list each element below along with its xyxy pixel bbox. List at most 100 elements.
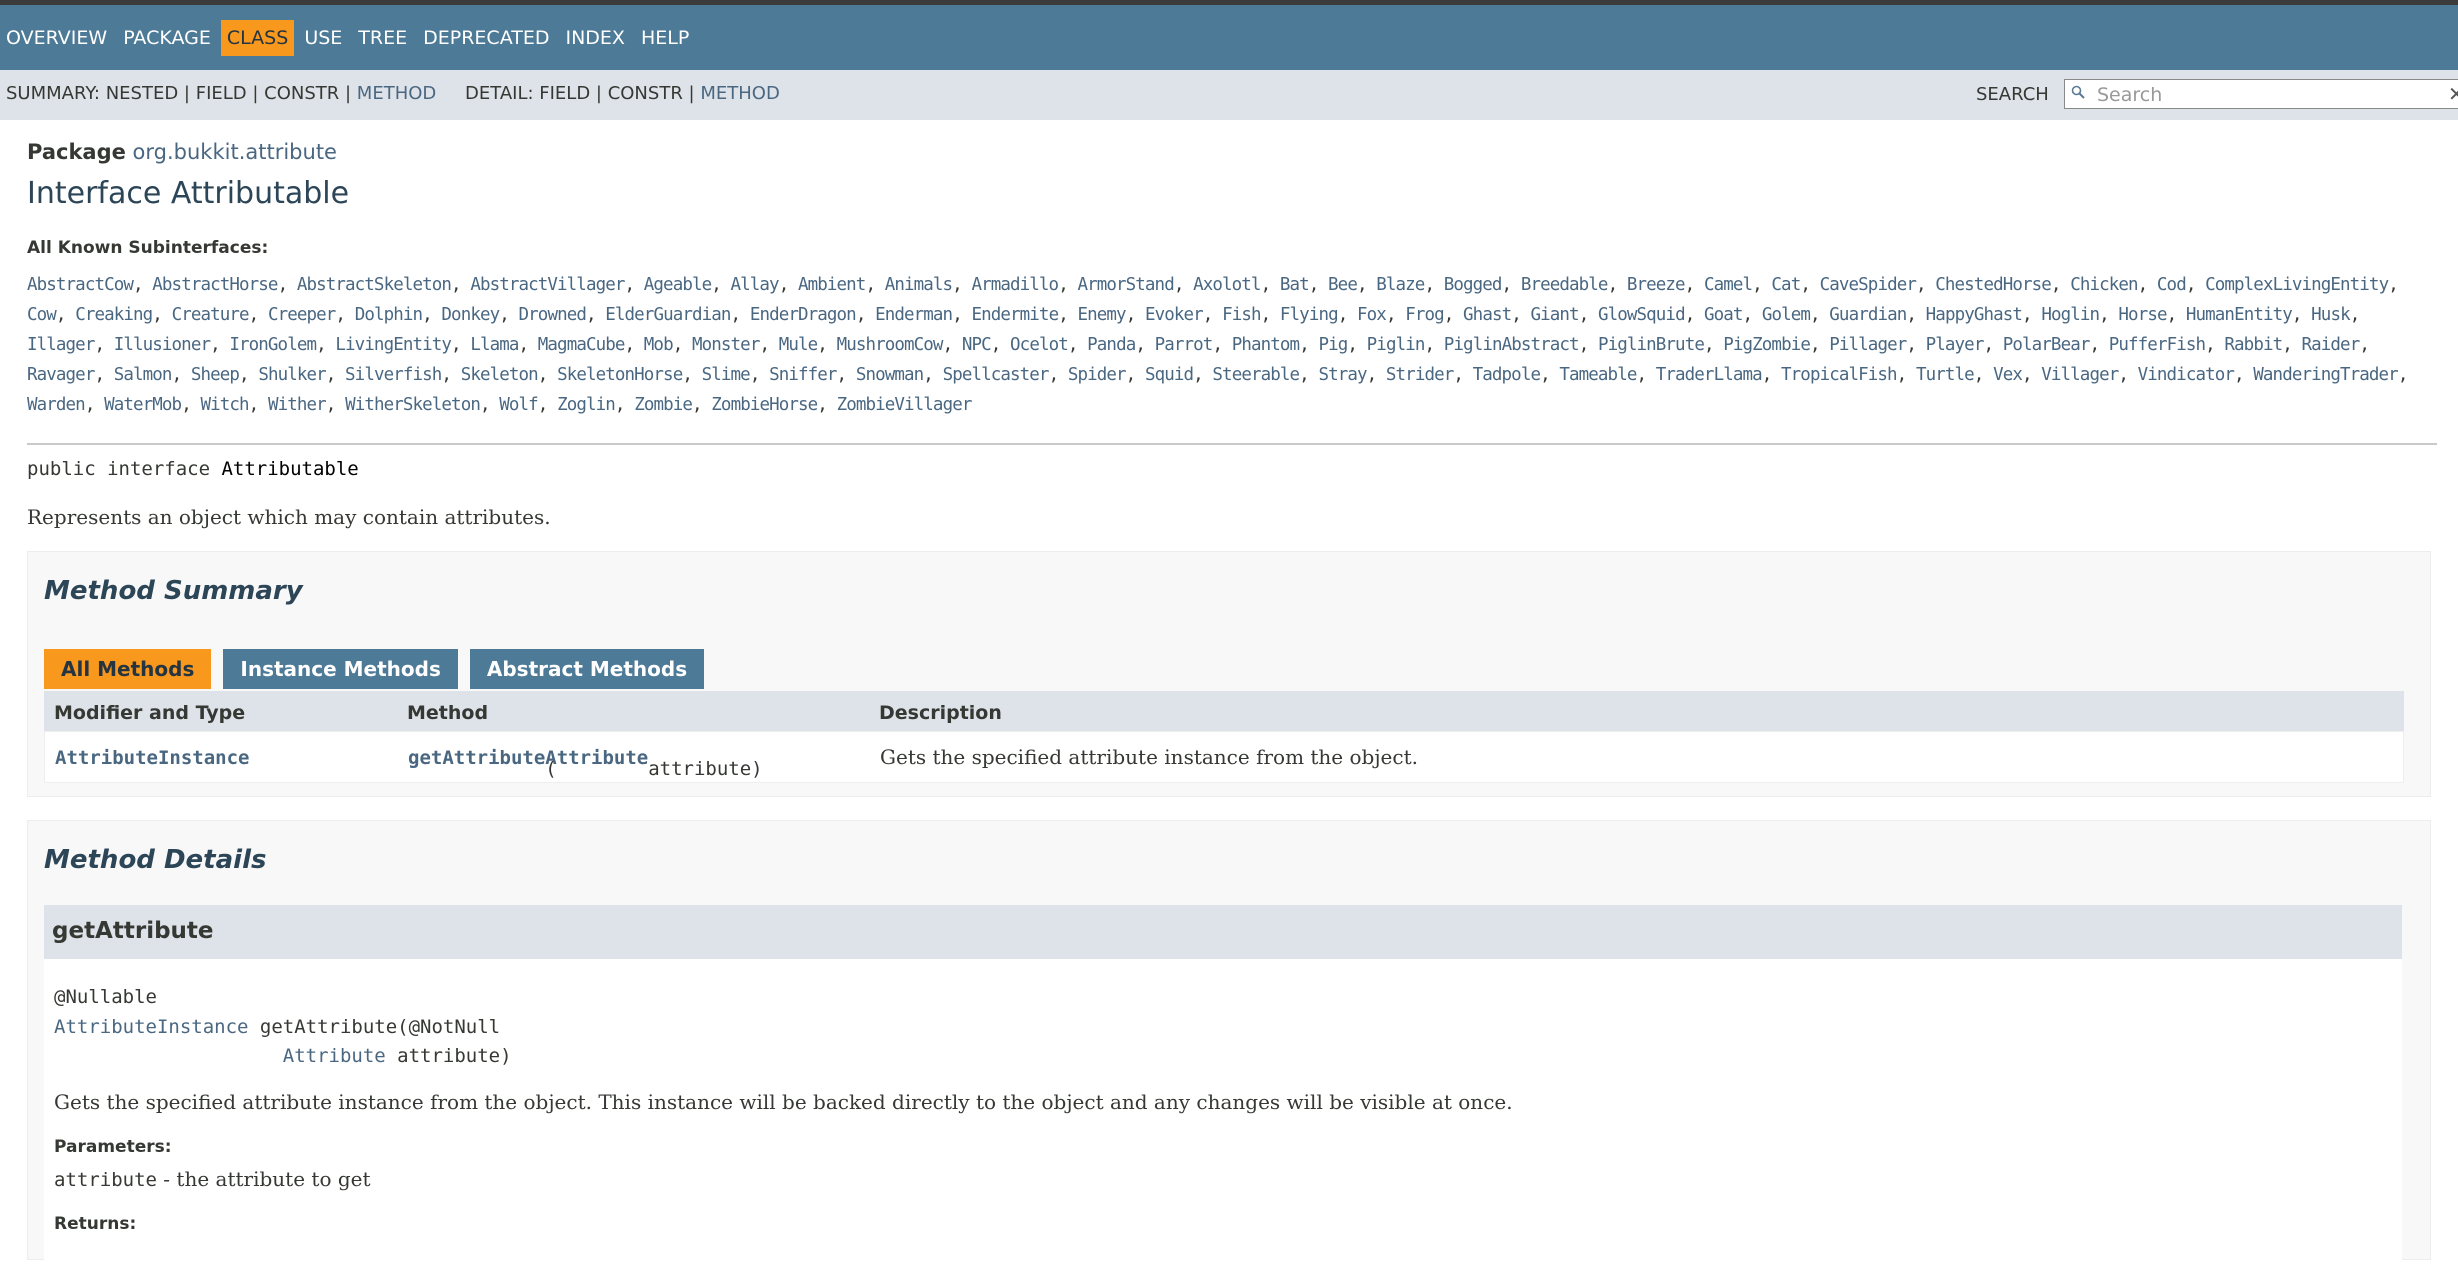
subinterface-link[interactable]: Endermite bbox=[971, 305, 1059, 325]
subinterface-link[interactable]: Enderman bbox=[875, 305, 953, 325]
nav-deprecated[interactable]: DEPRECATED bbox=[417, 20, 555, 56]
subinterface-link[interactable]: Guardian bbox=[1829, 305, 1907, 325]
return-type-link[interactable]: AttributeInstance bbox=[54, 1016, 248, 1038]
subinterface-link[interactable]: Strider bbox=[1386, 365, 1454, 385]
subinterface-link[interactable]: Breedable bbox=[1521, 275, 1609, 295]
tab-all-methods[interactable]: All Methods bbox=[44, 649, 212, 689]
subinterface-link[interactable]: Warden bbox=[27, 395, 86, 415]
subinterface-link[interactable]: Mob bbox=[644, 335, 674, 355]
subinterface-link[interactable]: ElderGuardian bbox=[605, 305, 731, 325]
subinterface-link[interactable]: AbstractSkeleton bbox=[297, 275, 452, 295]
subinterface-link[interactable]: HappyGhast bbox=[1926, 305, 2023, 325]
search-input[interactable] bbox=[2095, 82, 2458, 108]
subinterface-link[interactable]: Husk bbox=[2311, 305, 2350, 325]
subinterface-link[interactable]: Bogged bbox=[1444, 275, 1503, 295]
subinterface-link[interactable]: Ambient bbox=[798, 275, 866, 295]
subinterface-link[interactable]: Parrot bbox=[1155, 335, 1214, 355]
subinterface-link[interactable]: WaterMob bbox=[104, 395, 182, 415]
subinterface-link[interactable]: Donkey bbox=[441, 305, 500, 325]
detail-method-link[interactable]: METHOD bbox=[700, 83, 779, 104]
subinterface-link[interactable]: Spider bbox=[1068, 365, 1127, 385]
subinterface-link[interactable]: LivingEntity bbox=[335, 335, 452, 355]
return-type-link[interactable]: AttributeInstance bbox=[55, 747, 249, 769]
subinterface-link[interactable]: Raider bbox=[2302, 335, 2361, 355]
subinterface-link[interactable]: Shulker bbox=[258, 365, 326, 385]
nav-tree[interactable]: TREE bbox=[352, 20, 413, 56]
subinterface-link[interactable]: Golem bbox=[1762, 305, 1811, 325]
subinterface-link[interactable]: Chicken bbox=[2070, 275, 2138, 295]
subinterface-link[interactable]: Frog bbox=[1405, 305, 1444, 325]
subinterface-link[interactable]: PiglinBrute bbox=[1598, 335, 1705, 355]
subinterface-link[interactable]: Drowned bbox=[519, 305, 587, 325]
subinterface-link[interactable]: Turtle bbox=[1916, 365, 1975, 385]
subinterface-link[interactable]: Wolf bbox=[499, 395, 538, 415]
subinterface-link[interactable]: Skeleton bbox=[461, 365, 539, 385]
subinterface-link[interactable]: CaveSpider bbox=[1820, 275, 1917, 295]
subinterface-link[interactable]: Enemy bbox=[1078, 305, 1127, 325]
subinterface-link[interactable]: Fox bbox=[1357, 305, 1387, 325]
param-type-link[interactable]: Attribute bbox=[283, 1045, 386, 1067]
subinterface-link[interactable]: Ravager bbox=[27, 365, 95, 385]
subinterface-link[interactable]: ZombieHorse bbox=[711, 395, 818, 415]
subinterface-link[interactable]: PufferFish bbox=[2109, 335, 2206, 355]
subinterface-link[interactable]: HumanEntity bbox=[2186, 305, 2293, 325]
subinterface-link[interactable]: Piglin bbox=[1367, 335, 1426, 355]
subinterface-link[interactable]: MagmaCube bbox=[538, 335, 626, 355]
subinterface-link[interactable]: PiglinAbstract bbox=[1444, 335, 1580, 355]
tab-instance-methods[interactable]: Instance Methods bbox=[223, 649, 458, 689]
subinterface-link[interactable]: Tadpole bbox=[1473, 365, 1541, 385]
subinterface-link[interactable]: Mule bbox=[779, 335, 818, 355]
subinterface-link[interactable]: Dolphin bbox=[355, 305, 423, 325]
subinterface-link[interactable]: WanderingTrader bbox=[2253, 365, 2398, 385]
subinterface-link[interactable]: Illusioner bbox=[114, 335, 211, 355]
subinterface-link[interactable]: AbstractCow bbox=[27, 275, 134, 295]
subinterface-link[interactable]: Witch bbox=[200, 395, 249, 415]
summary-method-link[interactable]: METHOD bbox=[357, 83, 436, 104]
nav-class[interactable]: CLASS bbox=[220, 20, 295, 56]
subinterface-link[interactable]: Hoglin bbox=[2041, 305, 2100, 325]
subinterface-link[interactable]: Zoglin bbox=[557, 395, 616, 415]
search-box[interactable] bbox=[2064, 79, 2458, 109]
nav-index[interactable]: INDEX bbox=[559, 20, 630, 56]
subinterface-link[interactable]: Creaking bbox=[75, 305, 153, 325]
nav-use[interactable]: USE bbox=[298, 20, 348, 56]
subinterface-link[interactable]: Sniffer bbox=[769, 365, 837, 385]
subinterface-link[interactable]: Steerable bbox=[1212, 365, 1300, 385]
subinterface-link[interactable]: Goat bbox=[1704, 305, 1743, 325]
subinterface-link[interactable]: Tameable bbox=[1559, 365, 1637, 385]
subinterface-link[interactable]: Sheep bbox=[191, 365, 240, 385]
subinterface-link[interactable]: Zombie bbox=[634, 395, 693, 415]
nav-package[interactable]: PACKAGE bbox=[117, 20, 217, 56]
subinterface-link[interactable]: Vindicator bbox=[2138, 365, 2235, 385]
subinterface-link[interactable]: Bee bbox=[1328, 275, 1358, 295]
subinterface-link[interactable]: Villager bbox=[2041, 365, 2119, 385]
param-type-link[interactable]: Attribute bbox=[545, 747, 648, 769]
subinterface-link[interactable]: WitherSkeleton bbox=[345, 395, 481, 415]
subinterface-link[interactable]: Phantom bbox=[1232, 335, 1300, 355]
subinterface-link[interactable]: Blaze bbox=[1376, 275, 1425, 295]
subinterface-link[interactable]: Ageable bbox=[644, 275, 712, 295]
subinterface-link[interactable]: PolarBear bbox=[2003, 335, 2091, 355]
nav-overview[interactable]: OVERVIEW bbox=[0, 20, 113, 56]
subinterface-link[interactable]: Axolotl bbox=[1193, 275, 1261, 295]
subinterface-link[interactable]: TropicalFish bbox=[1781, 365, 1898, 385]
subinterface-link[interactable]: Creature bbox=[172, 305, 250, 325]
subinterface-link[interactable]: Camel bbox=[1704, 275, 1753, 295]
subinterface-link[interactable]: ComplexLivingEntity bbox=[2205, 275, 2389, 295]
subinterface-link[interactable]: AbstractVillager bbox=[470, 275, 625, 295]
subinterface-link[interactable]: ChestedHorse bbox=[1935, 275, 2052, 295]
subinterface-link[interactable]: Squid bbox=[1145, 365, 1194, 385]
subinterface-link[interactable]: IronGolem bbox=[229, 335, 317, 355]
subinterface-link[interactable]: Evoker bbox=[1145, 305, 1204, 325]
subinterface-link[interactable]: NPC bbox=[962, 335, 992, 355]
subinterface-link[interactable]: Wither bbox=[268, 395, 327, 415]
subinterface-link[interactable]: PigZombie bbox=[1723, 335, 1811, 355]
subinterface-link[interactable]: Salmon bbox=[114, 365, 173, 385]
subinterface-link[interactable]: Ocelot bbox=[1010, 335, 1069, 355]
subinterface-link[interactable]: Illager bbox=[27, 335, 95, 355]
subinterface-link[interactable]: Monster bbox=[692, 335, 760, 355]
subinterface-link[interactable]: MushroomCow bbox=[837, 335, 944, 355]
subinterface-link[interactable]: Bat bbox=[1280, 275, 1310, 295]
subinterface-link[interactable]: Pig bbox=[1318, 335, 1348, 355]
subinterface-link[interactable]: Animals bbox=[885, 275, 953, 295]
